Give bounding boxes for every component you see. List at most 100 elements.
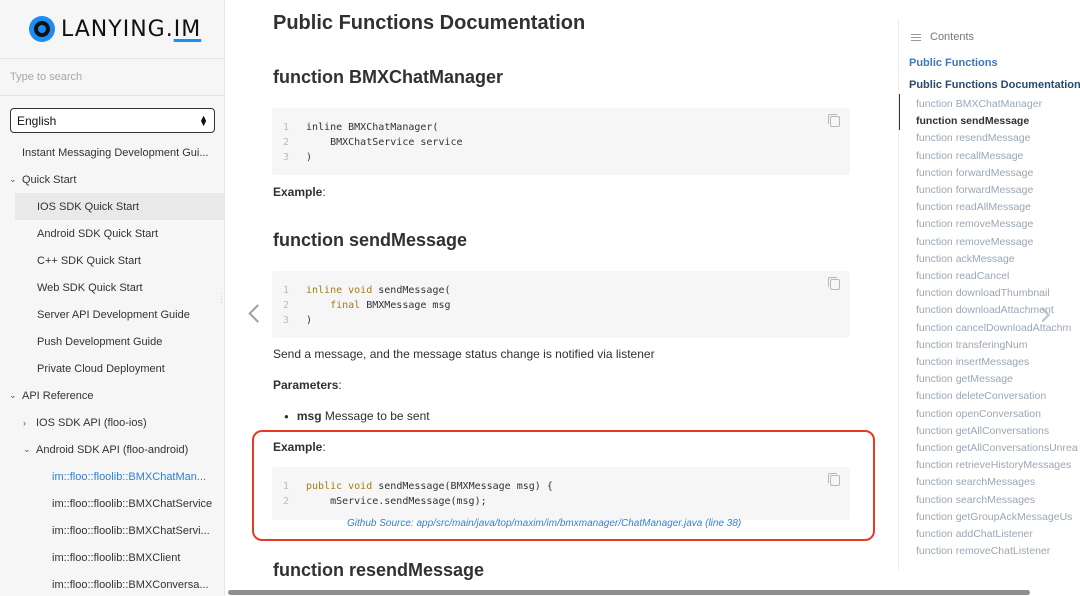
toc-item[interactable]: function ackMessage (916, 253, 1015, 265)
nav-item-bmxclient[interactable]: im::floo::floolib::BMXClient (0, 544, 224, 571)
nav-item-bmxchatservice[interactable]: im::floo::floolib::BMXChatService (0, 490, 224, 517)
nav-item-android-sdk-quick-start[interactable]: Android SDK Quick Start (0, 220, 224, 247)
code-line: 2 BMXChatService service (283, 137, 463, 148)
sidebar-resize-handle[interactable]: · · · · (220, 290, 223, 307)
nav-item-quick-start[interactable]: ⌄ Quick Start (0, 166, 224, 193)
toc-item[interactable]: function forwardMessage (916, 184, 1033, 196)
nav-item-private-cloud[interactable]: Private Cloud Deployment (0, 355, 224, 382)
toc-item[interactable]: function getAllConversationsUnrea (916, 442, 1078, 454)
toc-item[interactable]: function retrieveHistoryMessages (916, 459, 1071, 471)
code-block-sendmessage: 1 inline void sendMessage( 2 final BMXMes… (272, 271, 850, 338)
main-content: Public Functions Documentation function … (226, 0, 896, 596)
github-source-link[interactable]: Github Source: app/src/main/java/top/max… (347, 518, 741, 529)
code-line: 2 mService.sendMessage(msg); (283, 496, 487, 507)
toc-active-marker-item (899, 113, 900, 130)
table-of-contents: Contents Public Functions Public Functio… (898, 20, 1080, 570)
nav-item-bmxconversation[interactable]: im::floo::floolib::BMXConversa... (0, 571, 224, 596)
toc-public-functions-doc[interactable]: Public Functions Documentation (909, 79, 1080, 91)
select-arrows-icon: ▲ ▼ (199, 112, 208, 128)
nav-item-label: im::floo::floolib::BMXChatServi... (52, 524, 210, 537)
nav-item-im-dev-guide[interactable]: Instant Messaging Development Gui... (0, 139, 224, 166)
toc-item[interactable]: function transferingNum (916, 339, 1027, 351)
nav-item-label: Private Cloud Deployment (37, 362, 165, 375)
toc-item[interactable]: function searchMessages (916, 494, 1035, 506)
toc-item[interactable]: function deleteConversation (916, 390, 1046, 402)
toc-item[interactable]: function openConversation (916, 408, 1041, 420)
toc-item[interactable]: function sendMessage (916, 115, 1029, 127)
sendmessage-description: Send a message, and the message status c… (273, 347, 655, 361)
sidebar-nav: Instant Messaging Development Gui... ⌄ Qu… (0, 139, 224, 596)
nav-item-push-dev-guide[interactable]: Push Development Guide (0, 328, 224, 355)
nav-item-bmxchatmanager[interactable]: im::floo::floolib::BMXChatMan... (0, 463, 224, 490)
nav-item-ios-sdk-quick-start[interactable]: IOS SDK Quick Start (15, 193, 224, 220)
example-label-sendmessage: Example: (273, 440, 326, 454)
nav-item-label: C++ SDK Quick Start (37, 254, 141, 267)
code-line: 3) (283, 152, 313, 163)
toc-item[interactable]: function BMXChatManager (916, 98, 1042, 110)
nav-item-label: API Reference (22, 389, 94, 402)
toc-item[interactable]: function readAllMessage (916, 201, 1031, 213)
nav-item-label: IOS SDK Quick Start (37, 200, 140, 213)
language-select-value: English (17, 113, 57, 128)
toc-item[interactable]: function readCancel (916, 270, 1009, 282)
nav-item-label: Quick Start (22, 173, 77, 186)
code-block-sendmessage-example: 1 public void sendMessage(BMXMessage msg)… (272, 467, 850, 520)
search-input[interactable] (10, 71, 210, 83)
chevron-right-icon: › (23, 417, 26, 428)
nav-item-api-reference[interactable]: ⌄ API Reference (0, 382, 224, 409)
toc-item[interactable]: function downloadThumbnail (916, 287, 1050, 299)
toc-item[interactable]: function removeMessage (916, 236, 1033, 248)
toc-item[interactable]: function getGroupAckMessageUs (916, 511, 1072, 523)
toc-item[interactable]: function forwardMessage (916, 167, 1033, 179)
nav-item-label: im::floo::floolib::BMXChatMan... (52, 470, 207, 483)
nav-item-android-sdk-api[interactable]: ⌄ Android SDK API (floo-android) (0, 436, 224, 463)
toc-item[interactable]: function insertMessages (916, 356, 1029, 368)
copy-icon[interactable] (828, 473, 840, 486)
logo[interactable]: LANYING.IM (0, 0, 224, 58)
parameters-label: Parameters: (273, 378, 342, 392)
nav-item-ios-sdk-api[interactable]: › IOS SDK API (floo-ios) (0, 409, 224, 436)
horizontal-scrollbar[interactable] (228, 590, 1030, 595)
heading-bmxchatmanager: function BMXChatManager (273, 67, 504, 87)
code-line: 1 public void sendMessage(BMXMessage msg)… (283, 481, 553, 492)
toc-header: Contents (911, 31, 974, 43)
toc-item[interactable]: function recallMessage (916, 150, 1023, 162)
toc-item[interactable]: function removeChatListener (916, 545, 1050, 557)
toc-item[interactable]: function searchMessages (916, 476, 1035, 488)
nav-item-label: im::floo::floolib::BMXClient (52, 551, 181, 564)
toc-item[interactable]: function addChatListener (916, 528, 1033, 540)
example-label: Example: (273, 185, 326, 199)
language-select[interactable]: English ▲ ▼ (10, 108, 215, 133)
toc-item[interactable]: function removeMessage (916, 218, 1033, 230)
code-line: 1 inline BMXChatManager( (283, 122, 439, 133)
heading-resendmessage: function resendMessage (273, 560, 485, 580)
nav-item-cpp-sdk-quick-start[interactable]: C++ SDK Quick Start (0, 247, 224, 274)
heading-sendmessage: function sendMessage (273, 230, 468, 250)
page-title: Public Functions Documentation (273, 12, 586, 34)
toc-item[interactable]: function getMessage (916, 373, 1013, 385)
nav-item-bmxchatservice-2[interactable]: im::floo::floolib::BMXChatServi... (0, 517, 224, 544)
toc-header-label: Contents (930, 31, 975, 43)
nav-item-label: IOS SDK API (floo-ios) (36, 416, 147, 429)
toc-item[interactable]: function resendMessage (916, 132, 1030, 144)
toc-public-functions[interactable]: Public Functions (909, 57, 998, 69)
param-item-msg: msg Message to be sent (284, 409, 430, 423)
sidebar: LANYING.IM English ▲▼ Instant Messaging … (0, 0, 225, 596)
nav-item-label: im::floo::floolib::BMXConversa... (52, 578, 209, 591)
logo-icon (29, 16, 55, 42)
code-block-bmxchatmanager: 1 inline BMXChatManager( 2 BMXChatService… (272, 108, 850, 175)
toc-item[interactable]: function cancelDownloadAttachm (916, 322, 1071, 334)
copy-icon[interactable] (828, 114, 840, 127)
toc-item[interactable]: function getAllConversations (916, 425, 1049, 437)
nav-item-server-api-guide[interactable]: Server API Development Guide (0, 301, 224, 328)
search-bar[interactable] (0, 58, 224, 96)
nav-item-label: Web SDK Quick Start (37, 281, 143, 294)
nav-item-web-sdk-quick-start[interactable]: Web SDK Quick Start (0, 274, 224, 301)
copy-icon[interactable] (828, 277, 840, 290)
toc-item[interactable]: function downloadAttachment (916, 304, 1054, 316)
nav-item-label: Instant Messaging Development Gui... (22, 146, 209, 159)
chevron-down-icon: ⌄ (23, 444, 31, 454)
language-select-wrapper: English ▲ ▼ (0, 96, 224, 133)
code-line: 1 inline void sendMessage( (283, 285, 451, 296)
nav-item-label: Server API Development Guide (37, 308, 190, 321)
